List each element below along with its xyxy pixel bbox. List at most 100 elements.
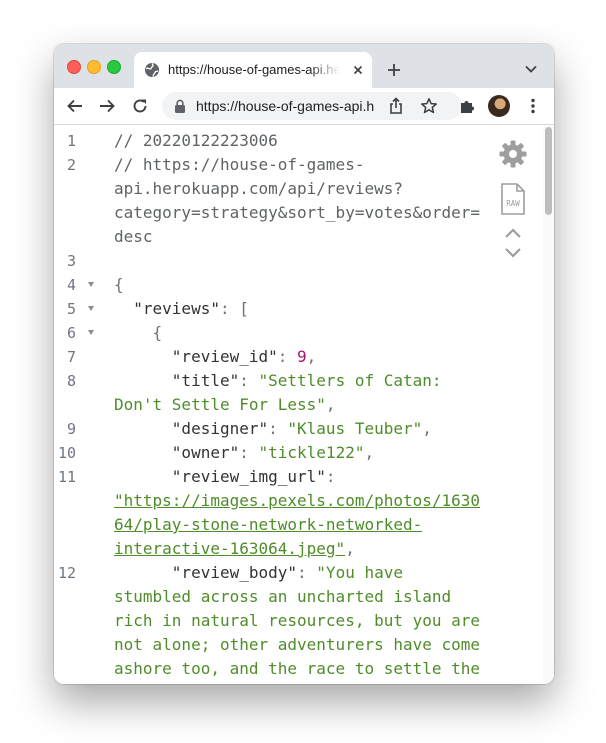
close-window-button[interactable] [67, 60, 81, 74]
tab-title-fade [310, 60, 340, 80]
code-token: { [114, 275, 124, 294]
forward-arrow-icon[interactable] [98, 97, 116, 115]
line-content: // 20220122223006 [114, 129, 484, 153]
line-content: "reviews": [ [114, 297, 484, 321]
url-link[interactable]: interactive-163064.jpeg" [114, 539, 345, 558]
code-token: desc [114, 227, 153, 246]
code-line: "https://images.pexels.com/photos/1630 [54, 489, 494, 513]
code-token: api.herokuapp.com/api/reviews? [114, 179, 403, 198]
more-menu-icon[interactable] [524, 97, 542, 115]
code-token: 9 [297, 347, 307, 366]
code-token: , [422, 419, 432, 438]
zoom-window-button[interactable] [107, 60, 121, 74]
line-number: 4 [66, 276, 76, 294]
code-token: "You have [316, 563, 403, 582]
raw-file-icon[interactable]: RAW [501, 183, 525, 215]
code-line: 3 [54, 249, 494, 273]
address-bar[interactable]: https://house-of-games-api.herokuapp.com… [162, 92, 462, 120]
line-number: 8 [66, 372, 76, 390]
code-token: : [277, 347, 298, 366]
code-line: rich in natural resources, but you are [54, 609, 494, 633]
expand-collapse-icon[interactable] [503, 227, 523, 259]
new-tab-icon[interactable] [386, 62, 402, 78]
code-line: 1 // 20220122223006 [54, 129, 494, 153]
line-content: 64/play-stone-network-networked- [114, 513, 484, 537]
code-line: 7 "review_id": 9, [54, 345, 494, 369]
line-number: 11 [57, 468, 76, 486]
minimize-window-button[interactable] [87, 60, 101, 74]
code-token: , [364, 443, 375, 462]
code-token: Don't Settle For Less" [114, 395, 326, 414]
line-content: { [114, 273, 484, 297]
code-line: desc [54, 225, 494, 249]
code-line: stumbled across an uncharted island [54, 585, 494, 609]
code-token: "review_id" [114, 347, 278, 366]
active-tab[interactable]: https://house-of-games-api.herokuapp.com… [134, 52, 372, 88]
code-line: 11 "review_img_url": [54, 465, 494, 489]
title-bar: https://house-of-games-api.herokuapp.com… [54, 44, 554, 88]
json-viewer: 1 // 20220122223006 2 // https://house-of-g… [54, 125, 554, 684]
code-line: interactive-163064.jpeg", [54, 537, 494, 561]
share-icon[interactable] [388, 97, 404, 115]
line-content: stumbled across an uncharted island [114, 585, 484, 609]
code-token: , [306, 347, 317, 366]
code-line: ashore too, and the race to settle the [54, 657, 494, 681]
code-token: , [325, 395, 336, 414]
globe-icon [145, 63, 159, 77]
line-content: "https://images.pexels.com/photos/1630 [114, 489, 484, 513]
line-number: 10 [57, 444, 76, 462]
code-token: ashore too, and the race to settle the [114, 659, 481, 678]
code-token: category=strategy&sort_by=votes&order= [114, 203, 481, 222]
viewer-side-toolbar: RAW [496, 125, 530, 275]
browser-toolbar: https://house-of-games-api.herokuapp.com… [54, 88, 554, 125]
address-bar-url[interactable]: https://house-of-games-api.herokuapp.com… [196, 98, 374, 114]
line-number: 6 [66, 324, 76, 342]
extensions-puzzle-icon[interactable] [458, 97, 476, 115]
code-line: not alone; other adventurers have come [54, 633, 494, 657]
line-number: 5 [66, 300, 76, 318]
line-content: "designer": "Klaus Teuber", [114, 417, 484, 441]
code-token: : [239, 443, 259, 462]
back-arrow-icon[interactable] [66, 97, 84, 115]
code-token: : [239, 371, 259, 390]
vertical-scrollbar[interactable] [543, 125, 554, 684]
chevron-down-icon[interactable] [524, 64, 538, 74]
code-line: api.herokuapp.com/api/reviews? [54, 177, 494, 201]
code-token: "designer" [114, 419, 269, 438]
line-content: "review_id": 9, [114, 345, 484, 369]
gear-icon[interactable] [498, 139, 528, 169]
code-token: not alone; other adventurers have come [114, 635, 481, 654]
browser-window: https://house-of-games-api.herokuapp.com… [54, 44, 554, 684]
line-number: 3 [66, 252, 76, 270]
code-token: "review_img_url" [114, 467, 326, 486]
line-content: // https://house-of-games- [114, 153, 484, 177]
fold-toggle-icon[interactable] [88, 330, 94, 335]
code-line: 8 "title": "Settlers of Catan: [54, 369, 494, 393]
code-line: 6 { [54, 321, 494, 345]
close-tab-icon[interactable] [350, 62, 366, 78]
code-token: "Klaus Teuber" [287, 419, 423, 438]
code-token: "tickle122" [258, 443, 365, 462]
line-content: "owner": "tickle122", [114, 441, 484, 465]
code-token: : [297, 563, 317, 582]
line-number: 7 [66, 348, 76, 366]
code-token: // 20220122223006 [114, 131, 278, 150]
line-content: { [114, 321, 484, 345]
url-link[interactable]: 64/play-stone-network-networked- [114, 515, 422, 534]
scrollbar-thumb[interactable] [545, 127, 552, 215]
code-line: 10 "owner": "tickle122", [54, 441, 494, 465]
profile-avatar[interactable] [488, 95, 510, 117]
fold-toggle-icon[interactable] [88, 306, 94, 311]
code-token: : [ [219, 299, 249, 318]
bookmark-star-icon[interactable] [420, 97, 438, 115]
code-line: 9 "designer": "Klaus Teuber", [54, 417, 494, 441]
reload-icon[interactable] [131, 97, 149, 115]
code-token: "title" [114, 371, 240, 390]
code-token: : [268, 419, 288, 438]
url-link[interactable]: "https://images.pexels.com/photos/1630 [114, 491, 480, 510]
lock-icon[interactable] [174, 99, 186, 113]
code-line: 2 // https://house-of-games- [54, 153, 494, 177]
fold-toggle-icon[interactable] [88, 282, 94, 287]
code-token: , [345, 539, 355, 558]
code-token: : [325, 467, 336, 486]
